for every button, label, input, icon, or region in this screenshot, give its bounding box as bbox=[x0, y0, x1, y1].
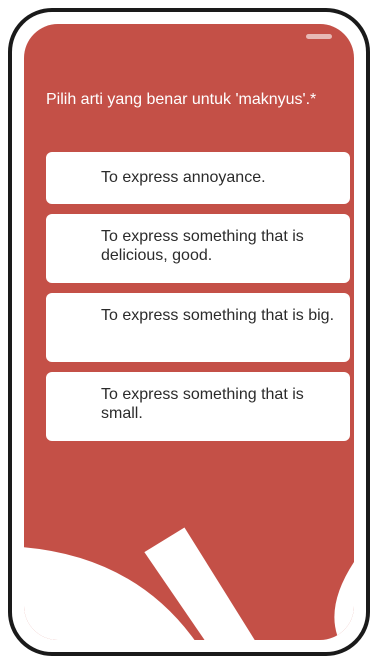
answer-option-2[interactable]: To express something that is delicious, … bbox=[46, 214, 350, 283]
quiz-screen: Pilih arti yang benar untuk 'maknyus'.* … bbox=[24, 24, 354, 640]
answer-option-4[interactable]: To express something that is small. bbox=[46, 372, 350, 441]
answer-option-1[interactable]: To express annoyance. bbox=[46, 152, 350, 204]
status-indicator bbox=[306, 34, 332, 39]
decorative-arc bbox=[334, 562, 354, 640]
decorative-wave bbox=[24, 547, 195, 640]
decorative-stripe bbox=[144, 527, 255, 640]
phone-frame: Pilih arti yang benar untuk 'maknyus'.* … bbox=[8, 8, 370, 656]
answer-options: To express annoyance. To express somethi… bbox=[46, 152, 350, 451]
question-text: Pilih arti yang benar untuk 'maknyus'.* bbox=[46, 91, 317, 108]
answer-option-3[interactable]: To express something that is big. bbox=[46, 293, 350, 362]
